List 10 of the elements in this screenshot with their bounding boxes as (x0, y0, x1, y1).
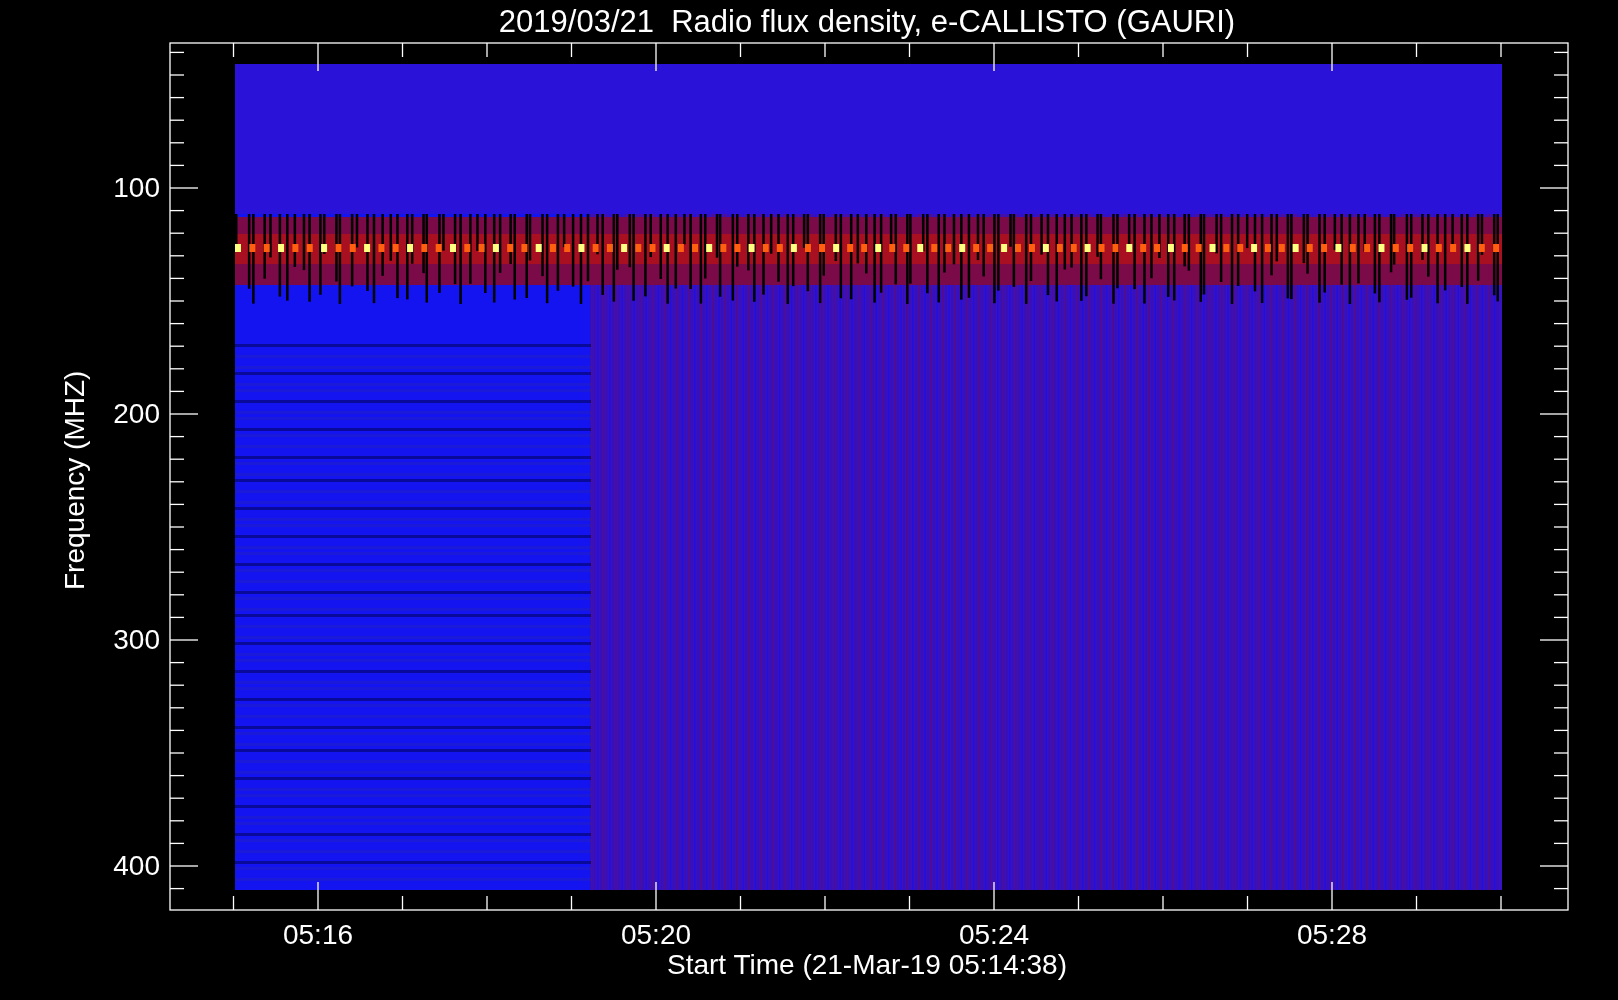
axis-title: Frequency (MHZ) (58, 369, 91, 592)
tick-label: 05:20 (619, 918, 693, 952)
tick-label: 100 (112, 171, 160, 205)
chart-title: 2019/03/21 Radio flux density, e-CALLISTO (GAURI) (497, 3, 1237, 41)
tick-label: 05:28 (1295, 918, 1369, 952)
tick-label: 400 (112, 849, 160, 883)
tick-label: 300 (112, 623, 160, 657)
tick-label: 05:16 (281, 918, 355, 952)
axis-title: Start Time (21-Mar-19 05:14:38) (667, 949, 1067, 980)
tick-label: 05:24 (957, 918, 1031, 952)
